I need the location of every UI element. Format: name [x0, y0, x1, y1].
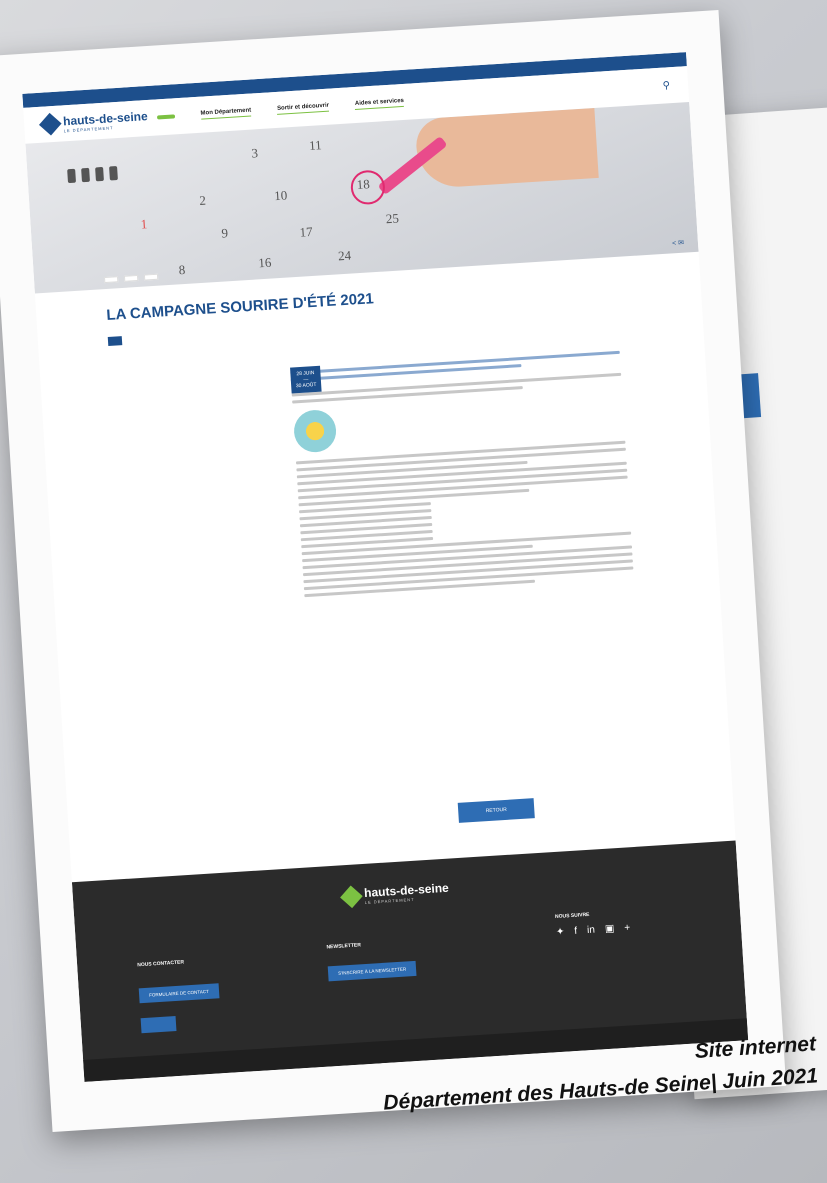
calendar-number: 25	[385, 210, 400, 227]
nav-item-sortir[interactable]: Sortir et découvrir	[276, 102, 330, 115]
breadcrumb	[103, 273, 159, 284]
calendar-number: 11	[308, 137, 323, 153]
newsletter-title: NEWSLETTER	[326, 942, 362, 951]
highlight-circle	[349, 169, 386, 206]
newsletter-button[interactable]: S'INSCRIRE À LA NEWSLETTER	[327, 960, 417, 982]
twitter-icon[interactable]: ✦	[556, 926, 565, 938]
contact-secondary-button[interactable]	[140, 1016, 177, 1034]
breadcrumb-item[interactable]	[123, 274, 139, 282]
social-links: ✦ f in ▣ +	[556, 922, 631, 938]
nav-item-mon-departement[interactable]: Mon Département	[200, 107, 252, 120]
binder-ring	[67, 168, 77, 184]
site-logo[interactable]: hauts-de-seine LE DÉPARTEMENT	[38, 107, 176, 136]
search-icon[interactable]: ⚲	[662, 80, 670, 91]
logo-diamond-icon	[340, 884, 363, 908]
share-icon[interactable]: < ✉	[672, 239, 684, 248]
printed-page: hauts-de-seine LE DÉPARTEMENT Mon Départ…	[0, 9, 787, 1133]
contact-title: NOUS CONTACTER	[137, 959, 185, 969]
calendar-number: 3	[251, 145, 259, 161]
plus-icon[interactable]: +	[624, 922, 631, 933]
nav-item-aides[interactable]: Aides et services	[354, 97, 405, 110]
contact-form-button[interactable]: FORMULAIRE DE CONTACT	[138, 983, 220, 1004]
date-to: 30 AOÛT	[295, 381, 317, 390]
calendar-number: 24	[337, 247, 352, 264]
instagram-icon[interactable]: ▣	[605, 923, 615, 935]
linkedin-icon[interactable]: in	[587, 925, 595, 936]
breadcrumb-item[interactable]	[103, 276, 119, 284]
category-tag[interactable]	[107, 336, 123, 346]
binder-ring	[81, 167, 90, 183]
calendar-number: 10	[273, 187, 288, 204]
calendar-number: 1	[140, 216, 148, 232]
website-screenshot: hauts-de-seine LE DÉPARTEMENT Mon Départ…	[22, 52, 749, 1082]
binder-ring	[95, 166, 104, 182]
calendar-number: 8	[178, 261, 186, 278]
calendar-number: 9	[220, 225, 229, 241]
calendar-number: 2	[198, 192, 207, 208]
facebook-icon[interactable]: f	[574, 926, 577, 937]
date-badge: 28 JUIN — 30 AOÛT	[290, 365, 322, 394]
footer-logo[interactable]: hauts-de-seine LE DÉPARTEMENT	[340, 881, 450, 908]
follow-title: NOUS SUIVRE	[554, 911, 590, 921]
logo-accent	[156, 114, 175, 120]
sourire-ete-logo	[292, 408, 338, 454]
calendar-number: 16	[257, 254, 272, 271]
breadcrumb-item[interactable]	[143, 273, 159, 281]
calendar-number: 17	[299, 223, 314, 240]
article-content: 28 JUIN — 30 AOÛT	[290, 347, 634, 601]
body-paragraph	[295, 440, 634, 598]
back-button[interactable]: RETOUR	[457, 798, 535, 823]
binder-ring	[109, 166, 118, 181]
logo-diamond-icon	[38, 112, 62, 136]
